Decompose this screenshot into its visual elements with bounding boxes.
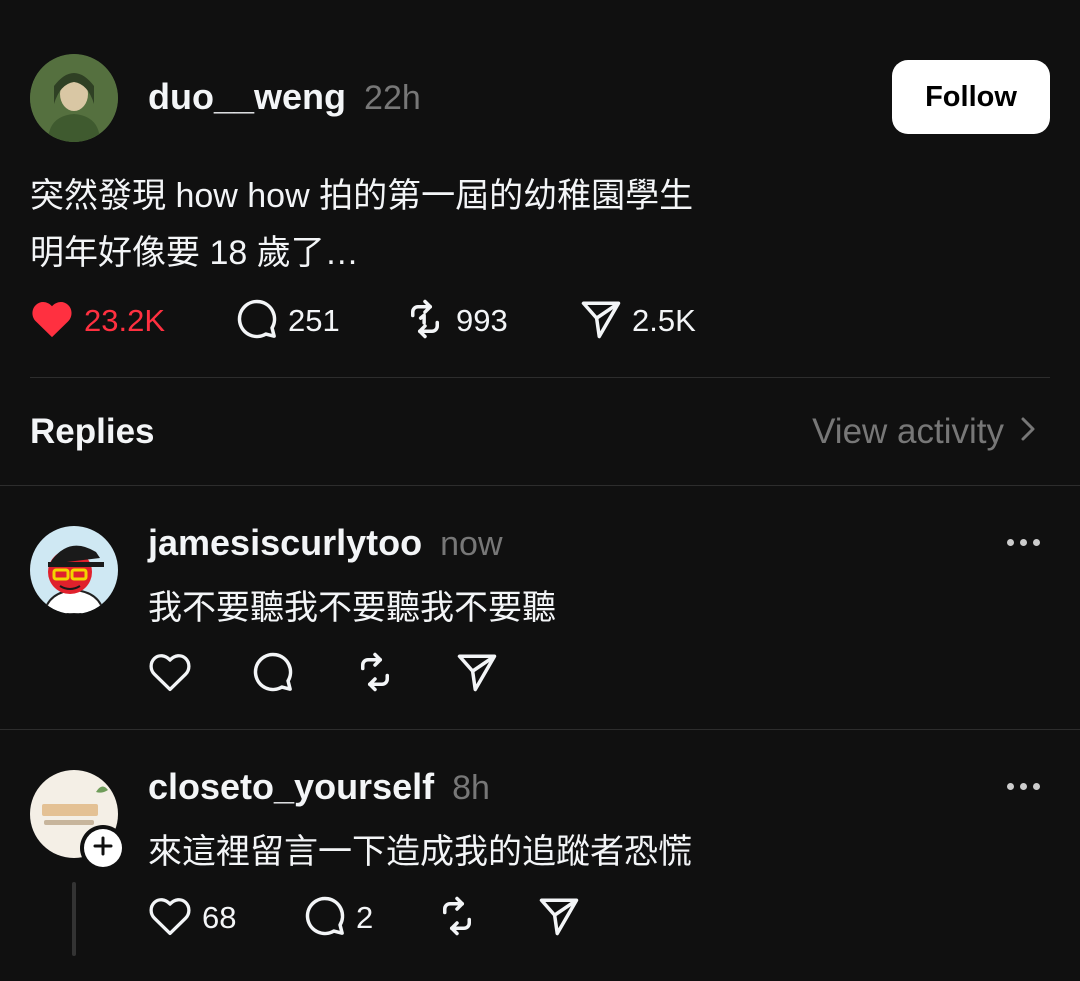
chevron-right-icon bbox=[1020, 412, 1036, 452]
share-button[interactable] bbox=[538, 896, 580, 940]
post-timestamp: 22h bbox=[364, 79, 421, 117]
view-activity-link[interactable]: View activity bbox=[812, 412, 1036, 452]
reply-count: 251 bbox=[288, 303, 340, 338]
repost-icon bbox=[404, 298, 446, 345]
view-activity-label: View activity bbox=[812, 412, 1004, 451]
divider bbox=[30, 377, 1050, 378]
share-button[interactable]: 2.5K bbox=[580, 299, 696, 343]
reply-timestamp: now bbox=[440, 525, 503, 563]
thread-line bbox=[72, 882, 76, 956]
reply-body: 我不要聽我不要聽我不要聽 bbox=[148, 589, 556, 627]
reply-button[interactable] bbox=[252, 652, 294, 696]
reply-username[interactable]: closeto_yourself bbox=[148, 766, 434, 808]
plus-icon bbox=[93, 836, 113, 861]
send-icon bbox=[580, 298, 622, 345]
share-button[interactable] bbox=[456, 652, 498, 696]
reply-body: 來這裡留言一下造成我的追蹤者恐慌 bbox=[148, 833, 692, 871]
heart-icon bbox=[148, 651, 192, 698]
send-icon bbox=[538, 895, 580, 942]
author-username[interactable]: duo__weng bbox=[148, 76, 346, 118]
follow-button[interactable]: Follow bbox=[892, 60, 1050, 134]
like-button[interactable]: 68 bbox=[148, 896, 236, 940]
post-text-line: 突然發現 how how 拍的第一屆的幼稚園學生 bbox=[30, 177, 694, 215]
like-count: 68 bbox=[202, 900, 237, 935]
follow-plus-button[interactable] bbox=[80, 825, 126, 871]
reply-avatar[interactable] bbox=[30, 526, 118, 614]
replies-heading: Replies bbox=[30, 412, 155, 451]
reply-button[interactable]: 2 bbox=[304, 896, 373, 940]
repost-button[interactable] bbox=[436, 896, 478, 940]
like-count: 23.2K bbox=[84, 303, 166, 338]
reply-count: 2 bbox=[356, 900, 374, 935]
reply-timestamp: 8h bbox=[452, 769, 490, 807]
heart-icon bbox=[148, 895, 192, 942]
like-button[interactable]: 23.2K bbox=[30, 299, 165, 343]
post-body: 突然發現 how how 拍的第一屆的幼稚園學生 明年好像要 18 歲了… bbox=[30, 168, 693, 282]
author-avatar[interactable] bbox=[30, 54, 118, 142]
repost-button[interactable] bbox=[354, 652, 396, 696]
comment-icon bbox=[252, 651, 294, 698]
divider bbox=[0, 485, 1080, 486]
heart-filled-icon bbox=[30, 299, 74, 344]
repost-icon bbox=[436, 895, 478, 942]
repost-button[interactable]: 993 bbox=[404, 299, 508, 343]
comment-icon bbox=[236, 298, 278, 345]
like-button[interactable] bbox=[148, 652, 192, 696]
send-icon bbox=[456, 651, 498, 698]
divider bbox=[0, 729, 1080, 730]
share-count: 2.5K bbox=[632, 303, 696, 338]
reply-button[interactable]: 251 bbox=[236, 299, 340, 343]
comment-icon bbox=[304, 895, 346, 942]
more-options-button[interactable] bbox=[1007, 539, 1040, 546]
post-text-line: 明年好像要 18 歲了… bbox=[30, 234, 359, 272]
repost-icon bbox=[354, 651, 396, 698]
repost-count: 993 bbox=[456, 303, 508, 338]
reply-username[interactable]: jamesiscurlytoo bbox=[148, 522, 422, 564]
more-options-button[interactable] bbox=[1007, 783, 1040, 790]
